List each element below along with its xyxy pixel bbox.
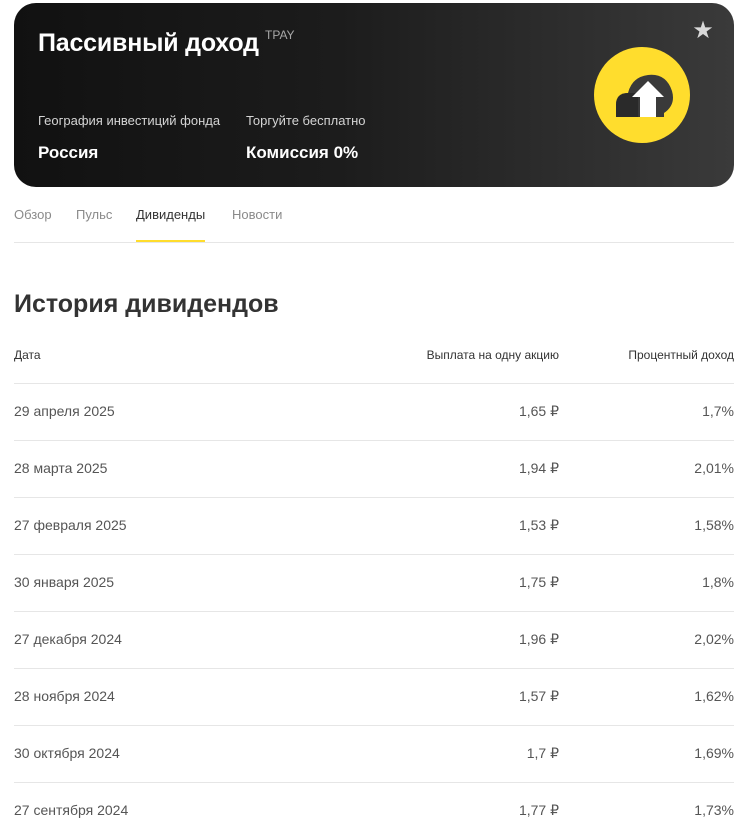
commission-value: Комиссия 0%	[246, 143, 359, 162]
row-yield: 1,62%	[694, 688, 734, 704]
table-header: Дата Выплата на одну акцию Процентный до…	[14, 348, 734, 384]
tab-dividends[interactable]: Дивиденды	[136, 207, 206, 242]
geography-label: География инвестиций фонда	[38, 113, 221, 128]
header-date: Дата	[14, 348, 41, 362]
table-row: 27 февраля 2025 1,53 ₽ 1,58%	[14, 498, 734, 555]
tab-overview[interactable]: Обзор	[14, 207, 52, 241]
fund-logo-icon	[594, 47, 690, 143]
row-yield: 2,02%	[694, 631, 734, 647]
row-date: 30 октября 2024	[14, 745, 120, 761]
row-payout: 1,96 ₽	[518, 631, 559, 647]
table-row: 27 сентября 2024 1,77 ₽ 1,73%	[14, 783, 734, 836]
dividends-table: 29 апреля 2025 1,65 ₽ 1,7% 28 марта 2025…	[14, 384, 734, 836]
row-date: 30 января 2025	[14, 574, 115, 590]
row-yield: 2,01%	[694, 460, 734, 476]
table-row: 27 декабря 2024 1,96 ₽ 2,02%	[14, 612, 734, 669]
row-date: 27 декабря 2024	[14, 631, 122, 647]
row-yield: 1,8%	[702, 574, 734, 590]
table-row: 30 октября 2024 1,7 ₽ 1,69%	[14, 726, 734, 783]
row-date: 27 февраля 2025	[14, 517, 127, 533]
header-yield: Процентный доход	[628, 348, 734, 362]
fund-ticker: TPAY	[265, 28, 295, 42]
row-date: 29 апреля 2025	[14, 403, 115, 419]
trade-label: Торгуйте бесплатно	[246, 113, 366, 128]
row-yield: 1,73%	[694, 802, 734, 818]
tab-pulse[interactable]: Пульс	[76, 207, 112, 241]
row-payout: 1,57 ₽	[518, 688, 559, 704]
section-title: История дивидендов	[14, 290, 279, 318]
geography-block: География инвестиций фонда Россия	[38, 113, 220, 163]
favorite-star-icon[interactable]: ★	[690, 17, 716, 44]
table-row: 28 ноября 2024 1,57 ₽ 1,62%	[14, 669, 734, 726]
row-yield: 1,58%	[694, 517, 734, 533]
table-row: 28 марта 2025 1,94 ₽ 2,01%	[14, 441, 734, 498]
fund-title: Пассивный доход	[38, 29, 259, 57]
row-payout: 1,65 ₽	[518, 403, 559, 419]
tab-news[interactable]: Новости	[232, 207, 282, 241]
table-row: 30 января 2025 1,75 ₽ 1,8%	[14, 555, 734, 612]
header-payout: Выплата на одну акцию	[426, 348, 559, 362]
table-row: 29 апреля 2025 1,65 ₽ 1,7%	[14, 384, 734, 441]
row-payout: 1,75 ₽	[518, 574, 559, 590]
row-payout: 1,94 ₽	[518, 460, 559, 476]
page: Пассивный доход TPAY ★ География инвести…	[0, 0, 749, 836]
row-date: 27 сентября 2024	[14, 802, 129, 818]
row-payout: 1,7 ₽	[526, 745, 559, 761]
trade-block: Торгуйте бесплатно Комиссия 0%	[246, 113, 366, 163]
geography-value: Россия	[38, 143, 99, 162]
row-payout: 1,77 ₽	[518, 802, 559, 818]
tab-bar: Обзор Пульс Дивиденды Новости	[14, 200, 734, 243]
row-payout: 1,53 ₽	[518, 517, 559, 533]
row-date: 28 ноября 2024	[14, 688, 115, 704]
row-date: 28 марта 2025	[14, 460, 108, 476]
row-yield: 1,7%	[702, 403, 734, 419]
fund-header-card: Пассивный доход TPAY ★ География инвести…	[14, 3, 734, 187]
row-yield: 1,69%	[694, 745, 734, 761]
